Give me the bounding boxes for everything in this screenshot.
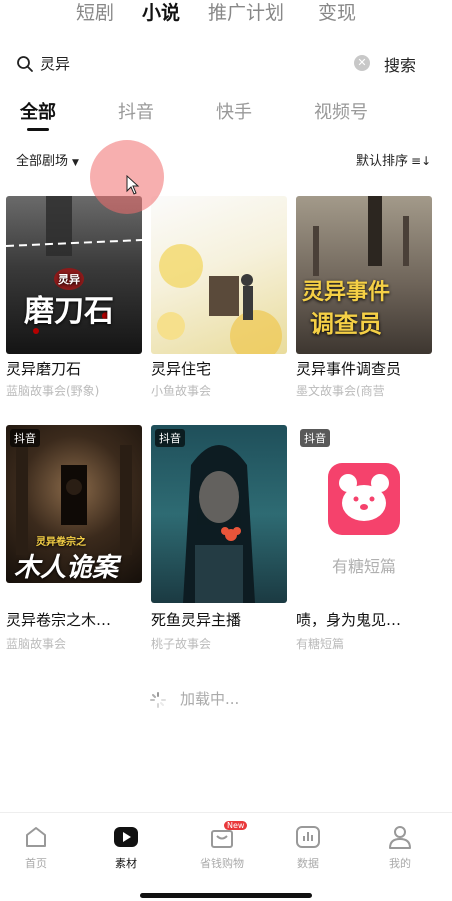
caret-down-icon: ▼ xyxy=(72,158,79,168)
clear-icon[interactable]: ✕ xyxy=(354,55,370,71)
theater-filter-label: 全部剧场 xyxy=(16,154,69,169)
tab-promotion-plan[interactable]: 推广计划 xyxy=(208,0,284,25)
home-icon xyxy=(26,827,46,847)
nav-label: 数据 xyxy=(297,857,319,870)
tab-novel[interactable]: 小说 xyxy=(142,0,180,25)
sort-icon: ≡↓ xyxy=(411,154,432,168)
tab-video-account[interactable]: 视频号 xyxy=(314,98,368,124)
cursor-icon xyxy=(126,175,140,195)
bottom-nav: 首页 素材 New 省钱购物 数据 我的 xyxy=(0,812,452,901)
nav-profile[interactable]: 我的 xyxy=(364,823,436,871)
sort-dropdown[interactable]: 默认排序 ≡↓ xyxy=(356,150,431,169)
novel-card[interactable]: 灵异住宅 小鱼故事会 xyxy=(151,196,287,406)
card-title: 灵异住宅 xyxy=(151,360,212,378)
card-subtitle: 有糖短篇 xyxy=(296,637,345,651)
nav-label: 省钱购物 xyxy=(200,857,244,870)
bar-chart-icon xyxy=(296,826,320,848)
tab-short-drama[interactable]: 短剧 xyxy=(76,0,114,25)
novel-card[interactable]: 抖音 灵异卷宗之 木人诡案 灵异卷宗之木… 蓝脑故事会 xyxy=(6,425,142,651)
book-cover: 抖音 灵异卷宗之 木人诡案 xyxy=(6,425,142,583)
nav-shopping[interactable]: New 省钱购物 xyxy=(186,821,258,871)
card-title: 灵异卷宗之木… xyxy=(6,611,112,629)
card-subtitle: 桃子故事会 xyxy=(151,637,212,651)
card-subtitle: 小鱼故事会 xyxy=(151,384,212,398)
tab-douyin[interactable]: 抖音 xyxy=(118,98,154,124)
spinner-icon xyxy=(150,691,166,708)
nav-label: 首页 xyxy=(25,857,47,870)
home-indicator xyxy=(140,893,312,898)
cover-title: 磨刀石 xyxy=(24,294,114,329)
tab-underline xyxy=(27,128,49,131)
nav-label: 素材 xyxy=(115,857,137,870)
cover-title-line2: 调查员 xyxy=(310,310,382,338)
profile-icon xyxy=(389,826,411,849)
tab-monetize[interactable]: 变现 xyxy=(318,0,356,25)
top-tab-bar: 短剧 小说 推广计划 变现 xyxy=(0,0,452,30)
book-cover xyxy=(151,196,287,354)
cover-title: 木人诡案 xyxy=(14,553,119,583)
novel-card[interactable]: 灵异事件 调查员 灵异事件调查员 墨文故事会(商营 xyxy=(296,196,432,406)
tab-all[interactable]: 全部 xyxy=(20,98,56,124)
card-title: 死鱼灵异主播 xyxy=(151,611,242,629)
platform-badge: 抖音 xyxy=(10,429,40,447)
card-title: 啧，身为鬼见… xyxy=(296,611,402,629)
card-subtitle: 蓝脑故事会 xyxy=(6,637,67,651)
novel-card[interactable]: 抖音 有糖短篇 啧，身为鬼见… 有糖短篇 xyxy=(296,425,432,651)
loading-label: 加载中... xyxy=(180,690,240,708)
card-title: 灵异磨刀石 xyxy=(6,360,82,378)
book-cover: 灵异 磨刀石 xyxy=(6,196,142,354)
search-button[interactable]: 搜索 xyxy=(384,52,416,76)
book-cover: 灵异事件 调查员 xyxy=(296,196,432,354)
novel-card[interactable]: 抖音 死鱼灵异主播 桃子故事会 xyxy=(151,425,287,651)
book-cover: 抖音 有糖短篇 xyxy=(296,425,432,603)
card-title: 灵异事件调查员 xyxy=(296,360,402,378)
sort-label: 默认排序 xyxy=(356,154,409,169)
book-cover: 抖音 xyxy=(151,425,287,603)
platform-badge: 抖音 xyxy=(300,429,330,447)
cover-subtitle: 灵异卷宗之 xyxy=(36,537,86,548)
new-badge: New xyxy=(224,821,248,830)
theater-filter-dropdown[interactable]: 全部剧场 ▼ xyxy=(16,150,79,169)
card-subtitle: 墨文故事会(商营 xyxy=(296,384,385,398)
card-subtitle: 蓝脑故事会(野象) xyxy=(6,384,100,398)
search-icon xyxy=(17,56,33,72)
search-input[interactable]: 灵异 xyxy=(40,53,70,74)
nav-label: 我的 xyxy=(389,857,411,870)
nav-material[interactable]: 素材 xyxy=(90,823,162,871)
search-bar: 灵异 ✕ 搜索 xyxy=(12,50,432,78)
nav-data[interactable]: 数据 xyxy=(272,823,344,871)
nav-home[interactable]: 首页 xyxy=(0,823,72,871)
tab-kuaishou[interactable]: 快手 xyxy=(216,98,252,124)
cover-brand-text: 有糖短篇 xyxy=(331,557,396,576)
novel-card[interactable]: 灵异 磨刀石 灵异磨刀石 蓝脑故事会(野象) xyxy=(6,196,142,406)
platform-badge: 抖音 xyxy=(155,429,185,447)
cover-title: 灵异事件 xyxy=(302,280,391,305)
loading-indicator: 加载中... xyxy=(150,688,239,709)
play-icon xyxy=(114,827,138,847)
